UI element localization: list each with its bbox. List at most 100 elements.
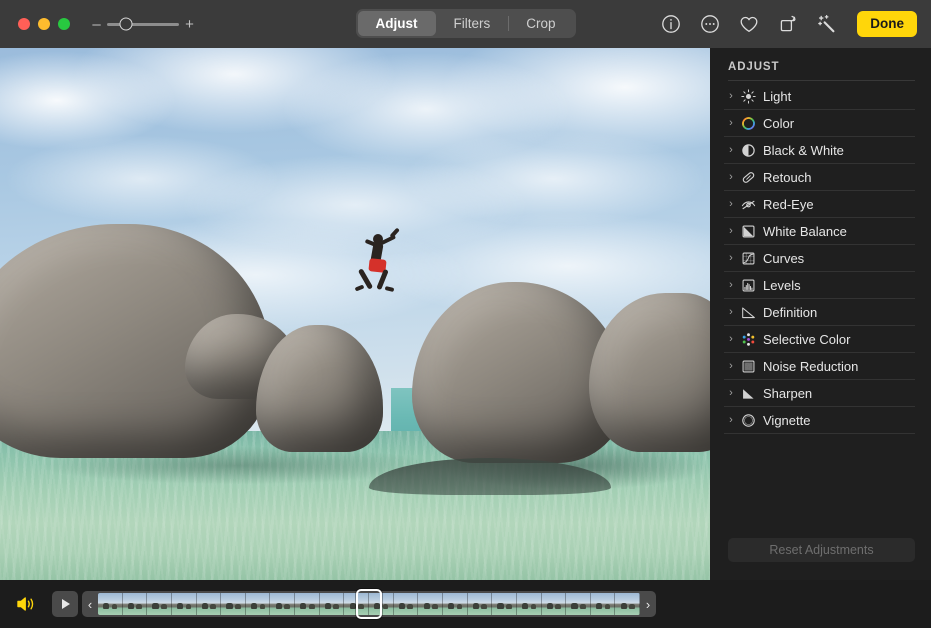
sidebar-item-definition[interactable]: › Definition [724, 299, 915, 326]
filmstrip-frame[interactable] [295, 593, 320, 615]
chevron-right-icon[interactable]: › [724, 171, 738, 183]
filmstrip-frame[interactable] [147, 593, 172, 615]
tab-crop[interactable]: Crop [508, 11, 573, 36]
trim-handle-left[interactable]: ‹ [82, 591, 98, 617]
reset-adjustments-button[interactable]: Reset Adjustments [728, 538, 915, 562]
done-button[interactable]: Done [857, 11, 917, 37]
chevron-right-icon[interactable]: › [724, 117, 738, 129]
filmstrip-frame[interactable] [394, 593, 419, 615]
toolbar: – + Adjust Filters Crop [0, 0, 931, 48]
zoom-slider[interactable]: – + [92, 17, 194, 32]
filmstrip-frame[interactable] [517, 593, 542, 615]
window-controls [18, 18, 70, 30]
editor-body: ADJUST › Light › [0, 48, 931, 580]
filmstrip-frame[interactable] [246, 593, 271, 615]
jumping-person [359, 234, 401, 296]
filmstrip-frame[interactable] [492, 593, 517, 615]
chevron-right-icon[interactable]: › [724, 252, 738, 264]
tab-filters[interactable]: Filters [435, 11, 508, 36]
sidebar-item-vignette[interactable]: › Vignette [724, 407, 915, 434]
definition-icon [738, 304, 758, 320]
chevron-right-icon[interactable]: › [724, 333, 738, 345]
sidebar-item-label: Selective Color [763, 332, 850, 347]
selective-color-icon [738, 331, 758, 347]
sidebar-item-sharpen[interactable]: › Sharpen [724, 380, 915, 407]
chevron-right-icon[interactable]: › [724, 306, 738, 318]
filmstrip-frames[interactable] [98, 593, 640, 615]
more-icon[interactable] [698, 12, 722, 36]
sidebar-item-label: Sharpen [763, 386, 812, 401]
filmstrip-frame[interactable] [320, 593, 345, 615]
chevron-right-icon[interactable]: › [724, 198, 738, 210]
sidebar-item-light[interactable]: › Light [724, 83, 915, 110]
filmstrip-frame[interactable] [98, 593, 123, 615]
photo-image [0, 48, 710, 580]
minimize-button[interactable] [38, 18, 50, 30]
chevron-right-icon[interactable]: › [724, 414, 738, 426]
color-wheel-icon [738, 115, 758, 131]
adjust-sidebar: ADJUST › Light › [710, 48, 931, 580]
zoom-in-icon[interactable]: + [185, 17, 194, 32]
sidebar-item-red-eye[interactable]: › Red-Eye [724, 191, 915, 218]
sidebar-item-label: Light [763, 89, 791, 104]
magic-wand-icon[interactable] [815, 12, 839, 36]
filmstrip-frame[interactable] [123, 593, 148, 615]
sidebar-item-label: Color [763, 116, 794, 131]
photo-canvas[interactable] [0, 48, 710, 580]
filmstrip-frame[interactable] [172, 593, 197, 615]
chevron-right-icon[interactable]: › [724, 279, 738, 291]
speaker-wave-icon[interactable] [12, 595, 42, 613]
tab-adjust[interactable]: Adjust [357, 11, 435, 36]
sidebar-item-color[interactable]: › Colo [724, 110, 915, 137]
filmstrip-frame[interactable] [369, 593, 394, 615]
filmstrip-frame[interactable] [270, 593, 295, 615]
filmstrip-frame[interactable] [443, 593, 468, 615]
sidebar-footer: Reset Adjustments [710, 538, 931, 580]
adjustment-list: › Light › [710, 81, 931, 538]
photos-editor-window: – + Adjust Filters Crop [0, 0, 931, 628]
chevron-right-icon[interactable]: › [724, 225, 738, 237]
sidebar-item-retouch[interactable]: › Retouch [724, 164, 915, 191]
sidebar-item-curves[interactable]: › Curves [724, 245, 915, 272]
filmstrip[interactable]: ‹ › [82, 591, 656, 617]
filmstrip-frame[interactable] [566, 593, 591, 615]
zoom-slider-track[interactable] [107, 23, 179, 26]
sun-icon [738, 88, 758, 104]
maximize-button[interactable] [58, 18, 70, 30]
rotate-icon[interactable] [776, 12, 800, 36]
zoom-slider-thumb[interactable] [119, 18, 132, 31]
sidebar-item-selective-color[interactable]: › Selective Color [724, 326, 915, 353]
sidebar-item-label: Black & White [763, 143, 844, 158]
play-button[interactable] [52, 591, 78, 617]
close-button[interactable] [18, 18, 30, 30]
filmstrip-frame[interactable] [197, 593, 222, 615]
boulder-far-right [589, 293, 710, 453]
eye-slash-icon [738, 196, 758, 212]
chevron-right-icon[interactable]: › [724, 387, 738, 399]
chevron-right-icon[interactable]: › [724, 360, 738, 372]
play-icon [62, 599, 70, 609]
filmstrip-frame[interactable] [418, 593, 443, 615]
trim-handle-right[interactable]: › [640, 591, 656, 617]
noise-reduction-icon [738, 358, 758, 374]
chevron-right-icon[interactable]: › [724, 90, 738, 102]
filmstrip-frame[interactable] [591, 593, 616, 615]
zoom-out-icon[interactable]: – [92, 17, 101, 32]
heart-icon[interactable] [737, 12, 761, 36]
filmstrip-frame[interactable] [344, 593, 369, 615]
sidebar-item-white-balance[interactable]: › White Balance [724, 218, 915, 245]
sidebar-item-black-and-white[interactable]: › Black & White [724, 137, 915, 164]
info-icon[interactable] [659, 12, 683, 36]
edit-mode-tabs: Adjust Filters Crop [355, 9, 575, 38]
sidebar-item-label: Noise Reduction [763, 359, 858, 374]
filmstrip-frame[interactable] [542, 593, 567, 615]
filmstrip-frame[interactable] [221, 593, 246, 615]
half-circle-icon [738, 142, 758, 158]
chevron-right-icon[interactable]: › [724, 144, 738, 156]
bandage-icon [738, 169, 758, 185]
sidebar-item-levels[interactable]: › [724, 272, 915, 299]
filmstrip-frame[interactable] [468, 593, 493, 615]
sidebar-item-label: Definition [763, 305, 817, 320]
sidebar-item-noise-reduction[interactable]: › [724, 353, 915, 380]
filmstrip-frame[interactable] [615, 593, 640, 615]
